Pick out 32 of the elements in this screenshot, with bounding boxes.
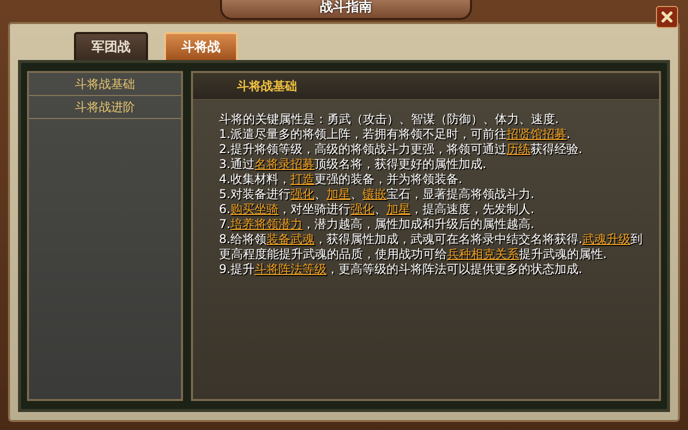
link[interactable]: 招贤馆招募 [506,127,566,141]
link[interactable]: 名将录招募 [254,157,314,171]
paragraph: 5.对装备进行强化、加星、镶嵌宝石，显著提高将领战斗力. [219,187,536,202]
link[interactable]: 打造 [290,172,314,186]
paragraph: 2.提升将领等级，高级的将领战斗力更强，将领可通过历练获得经验. [219,142,584,157]
sidebar-item[interactable]: 斗将战基础 [29,73,181,96]
close-icon[interactable] [656,6,678,28]
tab[interactable]: 军团战 [74,32,148,60]
paragraph: 1.派遣尽量多的将领上阵，若拥有将领不足时，可前往招贤馆招募. [219,127,572,142]
paragraph: 4.收集材料，打造更强的装备，并为将领装备. [219,172,464,187]
link[interactable]: 加星 [326,187,350,201]
paragraph: 8.给将领装备武魂，获得属性加成，武魂可在名将录中结交名将获得.武魂升级到更高程度能提升武魂的品质，使用战功可给兵种相克关系提升武魂的属性. [219,232,644,262]
link[interactable]: 强化 [350,202,374,216]
paragraph: 斗将的关键属性是：勇武（攻击）、智谋（防御）、体力、速度. [219,112,560,127]
sidebar-item[interactable]: 斗将战进阶 [29,96,181,119]
link[interactable]: 历练 [506,142,530,156]
link[interactable]: 镶嵌 [362,187,386,201]
link[interactable]: 装备武魂 [266,232,314,246]
paragraph: 6.购买坐骑，对坐骑进行强化、加星，提高速度，先发制人. [219,202,536,217]
link[interactable]: 加星 [386,202,410,216]
paragraph: 9.提升斗将阵法等级，更高等级的斗将阵法可以提供更多的状态加成. [219,262,584,277]
link[interactable]: 购买坐骑 [230,202,278,216]
section-title: 斗将战基础 [237,78,297,94]
link[interactable]: 武魂升级 [582,232,630,246]
link[interactable]: 斗将阵法等级 [254,262,326,276]
paragraph: 3.通过名将录招募顶级名将，获得更好的属性加成. [219,157,488,172]
link[interactable]: 兵种相克关系 [447,247,519,261]
link[interactable]: 强化 [290,187,314,201]
window-title: 战斗指南 [320,0,372,17]
paragraph: 7.培养将领潜力，潜力越高，属性加成和升级后的属性越高. [219,217,536,232]
tab[interactable]: 斗将战 [164,32,238,60]
link[interactable]: 培养将领潜力 [230,217,302,231]
